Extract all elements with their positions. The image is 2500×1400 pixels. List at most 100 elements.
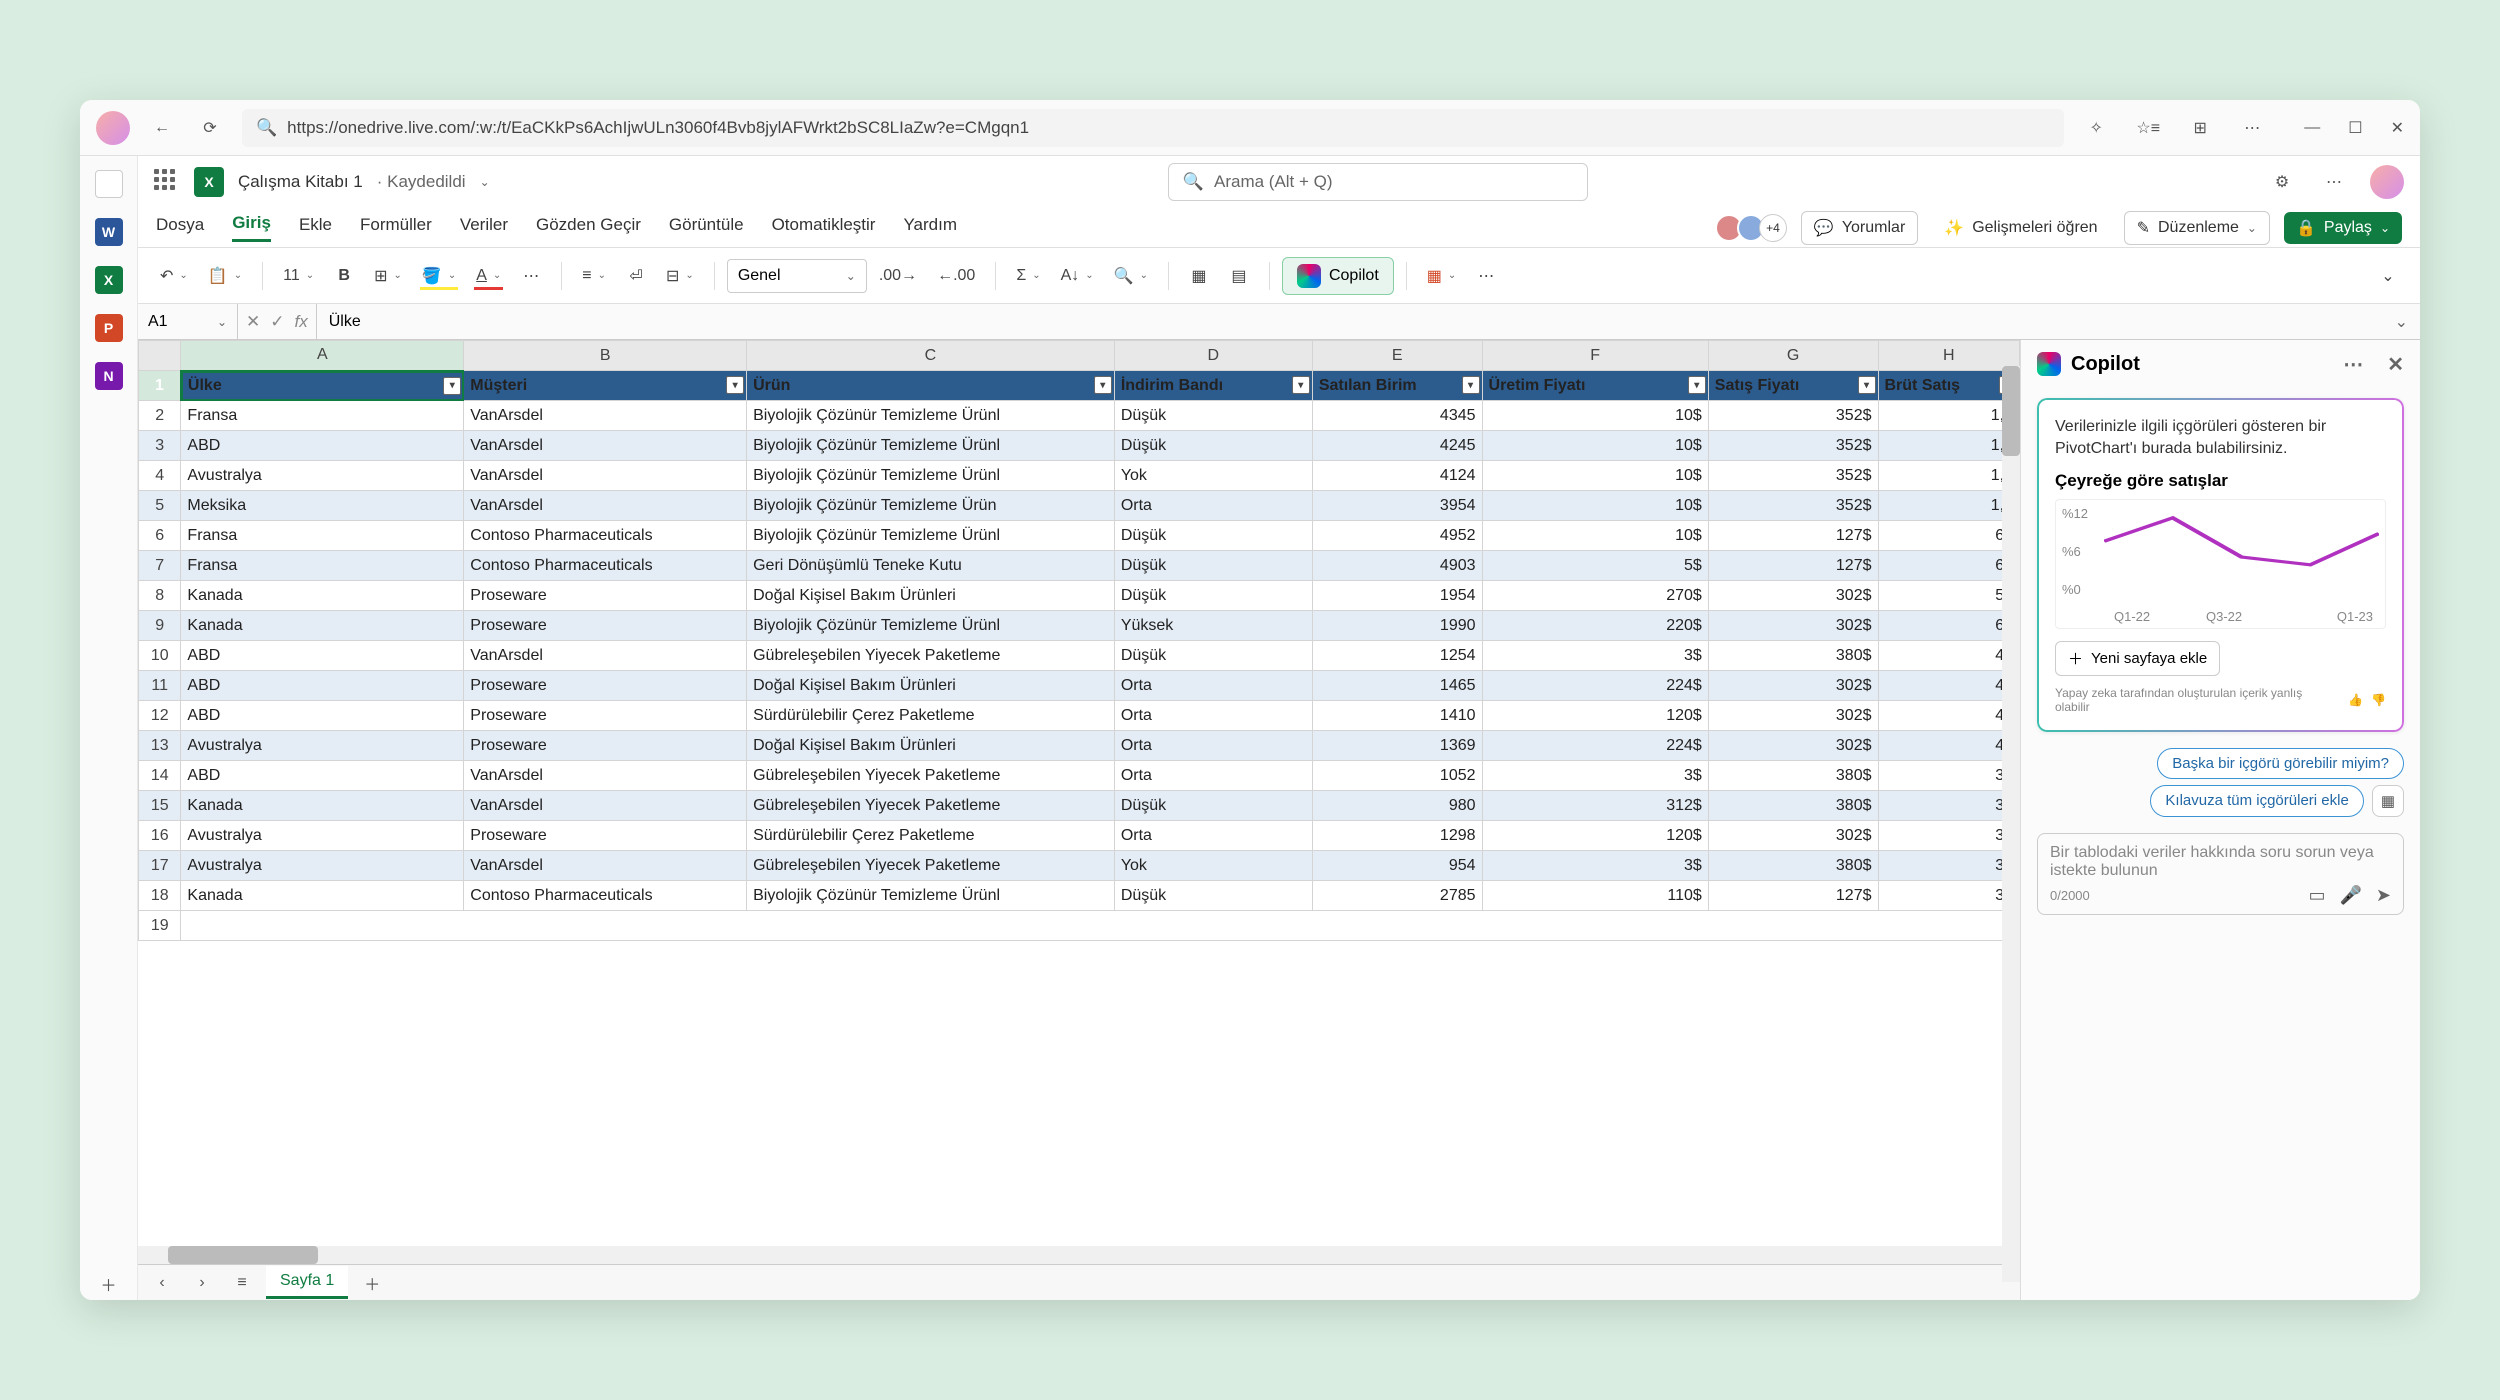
suggestion-chip-1[interactable]: Başka bir içgörü görebilir miyim? xyxy=(2157,748,2404,779)
filter-icon[interactable]: ▾ xyxy=(1292,376,1310,394)
cell[interactable]: Biyolojik Çözünür Temizleme Ürünl xyxy=(747,431,1115,461)
cell[interactable]: Proseware xyxy=(464,821,747,851)
cell[interactable]: 2785 xyxy=(1312,881,1482,911)
star-icon[interactable]: ✧ xyxy=(2080,112,2112,144)
collections-icon[interactable]: ⊞ xyxy=(2184,112,2216,144)
addins-button[interactable]: ▦ xyxy=(1181,258,1217,294)
filter-icon[interactable]: ▾ xyxy=(1688,376,1706,394)
cell[interactable]: 1,5 xyxy=(1878,401,2020,431)
cell[interactable]: 127$ xyxy=(1708,521,1878,551)
cell[interactable]: 59 xyxy=(1878,581,2020,611)
cell[interactable]: 47 xyxy=(1878,641,2020,671)
cell[interactable]: 980 xyxy=(1312,791,1482,821)
thumbs-down-icon[interactable]: 👎 xyxy=(2371,693,2386,707)
document-name[interactable]: Çalışma Kitabı 1 xyxy=(238,172,363,192)
cell[interactable]: 1,4 xyxy=(1878,461,2020,491)
cell[interactable]: 39 xyxy=(1878,821,2020,851)
send-icon[interactable]: ➤ xyxy=(2376,885,2391,906)
cell[interactable]: 1298 xyxy=(1312,821,1482,851)
tab-home[interactable]: Giriş xyxy=(232,213,271,242)
cell[interactable]: VanArsdel xyxy=(464,851,747,881)
cell[interactable]: 62 xyxy=(1878,551,2020,581)
thumbs-up-icon[interactable]: 👍 xyxy=(2348,693,2363,707)
cell[interactable]: Biyolojik Çözünür Temizleme Ürünl xyxy=(747,521,1115,551)
bold-button[interactable]: B xyxy=(326,258,362,294)
cell[interactable]: VanArsdel xyxy=(464,491,747,521)
browser-more-icon[interactable]: ⋯ xyxy=(2236,112,2268,144)
cell[interactable]: ABD xyxy=(181,761,464,791)
cell[interactable]: 954 xyxy=(1312,851,1482,881)
autosum-button[interactable]: Σ⌄ xyxy=(1008,258,1048,294)
cell[interactable]: 36 xyxy=(1878,851,2020,881)
search-box[interactable]: 🔍 Arama (Alt + Q) xyxy=(1168,163,1588,201)
find-button[interactable]: 🔍⌄ xyxy=(1106,258,1156,294)
cell[interactable]: 224$ xyxy=(1482,731,1708,761)
cell[interactable]: Kanada xyxy=(181,611,464,641)
cell[interactable]: VanArsdel xyxy=(464,791,747,821)
back-button[interactable]: ← xyxy=(146,112,178,144)
formula-expand-icon[interactable]: ⌄ xyxy=(2383,312,2420,332)
cell[interactable]: 1410 xyxy=(1312,701,1482,731)
cell[interactable]: Proseware xyxy=(464,671,747,701)
cell[interactable]: 1954 xyxy=(1312,581,1482,611)
toolbar-more-icon[interactable]: ⋯ xyxy=(1468,258,1504,294)
maximize-button[interactable]: ☐ xyxy=(2348,118,2362,138)
sheet-next-icon[interactable]: › xyxy=(186,1267,218,1299)
merge-button[interactable]: ⊟⌄ xyxy=(658,258,702,294)
cell[interactable]: Orta xyxy=(1114,491,1312,521)
cell[interactable]: Düşük xyxy=(1114,431,1312,461)
catchup-button[interactable]: ✨ Gelişmeleri öğren xyxy=(1932,212,2109,244)
cell[interactable]: Meksika xyxy=(181,491,464,521)
cell[interactable]: 4245 xyxy=(1312,431,1482,461)
cell[interactable]: VanArsdel xyxy=(464,761,747,791)
minimize-button[interactable]: — xyxy=(2304,119,2320,137)
settings-icon[interactable]: ⚙ xyxy=(2266,166,2298,198)
attach-icon[interactable]: ▭ xyxy=(2308,885,2325,906)
vertical-scrollbar[interactable] xyxy=(2002,366,2020,1282)
cell[interactable]: Kanada xyxy=(181,881,464,911)
cell[interactable]: VanArsdel xyxy=(464,431,747,461)
cell[interactable]: 224$ xyxy=(1482,671,1708,701)
cell[interactable]: 1465 xyxy=(1312,671,1482,701)
cell[interactable]: ABD xyxy=(181,701,464,731)
cell[interactable]: 41 xyxy=(1878,731,2020,761)
cell[interactable]: 37 xyxy=(1878,791,2020,821)
cell[interactable]: Düşük xyxy=(1114,791,1312,821)
cell[interactable]: ABD xyxy=(181,431,464,461)
copilot-input[interactable]: Bir tablodaki veriler hakkında soru soru… xyxy=(2037,833,2404,915)
cell[interactable]: 42 xyxy=(1878,701,2020,731)
cell[interactable]: Gübreleşebilen Yiyecek Paketleme xyxy=(747,851,1115,881)
cell[interactable]: 302$ xyxy=(1708,581,1878,611)
cell[interactable]: 1,4 xyxy=(1878,431,2020,461)
suggestion-chip-2[interactable]: Kılavuza tüm içgörüleri ekle xyxy=(2150,785,2363,817)
cell[interactable]: 1,3 xyxy=(1878,491,2020,521)
cell[interactable]: 352$ xyxy=(1708,431,1878,461)
cell[interactable]: 120$ xyxy=(1482,701,1708,731)
spreadsheet-grid[interactable]: ABCDEFGH1Ülke▾Müşteri▾Ürün▾İndirim Bandı… xyxy=(138,340,2020,1300)
cell[interactable]: 1990 xyxy=(1312,611,1482,641)
tab-insert[interactable]: Ekle xyxy=(299,215,332,241)
cell[interactable]: 380$ xyxy=(1708,641,1878,671)
refresh-button[interactable]: ⟳ xyxy=(194,112,226,144)
paste-button[interactable]: 📋⌄ xyxy=(200,258,250,294)
cell[interactable]: 60 xyxy=(1878,611,2020,641)
cell[interactable]: 10$ xyxy=(1482,461,1708,491)
cell[interactable]: Contoso Pharmaceuticals xyxy=(464,551,747,581)
cell[interactable]: 5$ xyxy=(1482,551,1708,581)
analyze-data-button[interactable]: ▤ xyxy=(1221,258,1257,294)
cell[interactable]: Kanada xyxy=(181,791,464,821)
cell[interactable]: Contoso Pharmaceuticals xyxy=(464,881,747,911)
cell[interactable]: 302$ xyxy=(1708,821,1878,851)
rail-word-icon[interactable]: W xyxy=(95,218,123,246)
cell[interactable]: 35 xyxy=(1878,881,2020,911)
cell[interactable]: Düşük xyxy=(1114,551,1312,581)
cell[interactable]: Fransa xyxy=(181,401,464,431)
cell[interactable]: Yok xyxy=(1114,461,1312,491)
cell[interactable]: Düşük xyxy=(1114,401,1312,431)
cell[interactable]: Proseware xyxy=(464,581,747,611)
increase-decimal-button[interactable]: ←.00 xyxy=(929,258,983,294)
suggestion-grid-icon[interactable]: ▦ xyxy=(2372,785,2404,817)
cell[interactable]: Fransa xyxy=(181,521,464,551)
rail-home-icon[interactable]: ◻ xyxy=(95,170,123,198)
cell[interactable]: Orta xyxy=(1114,671,1312,701)
